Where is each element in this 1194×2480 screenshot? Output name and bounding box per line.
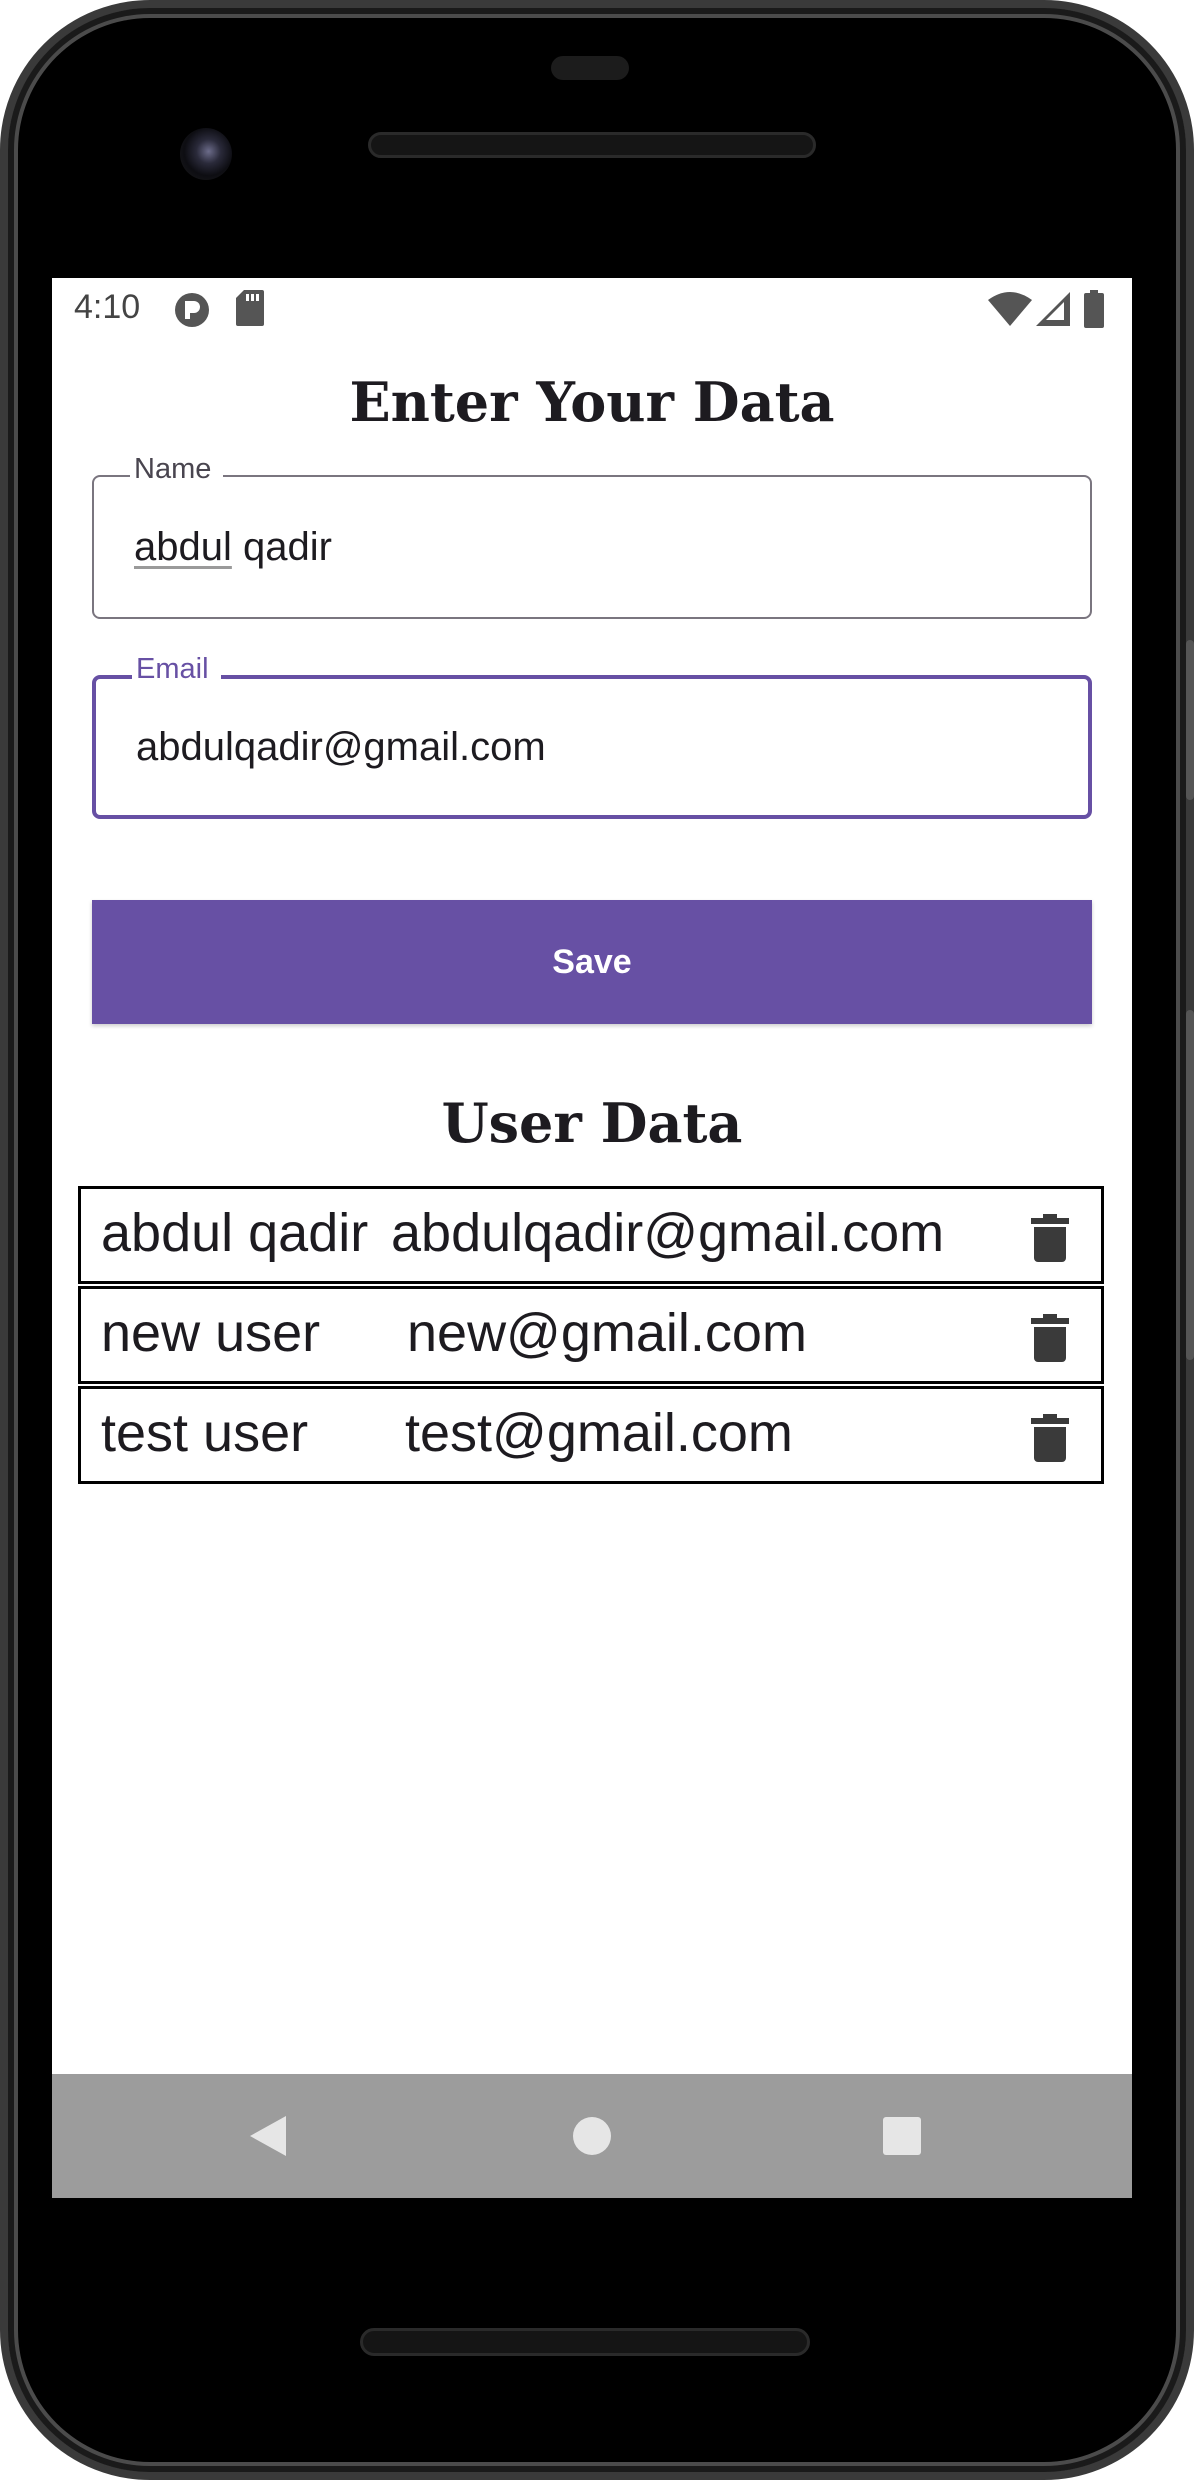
user-email: abdulqadir@gmail.com — [391, 1203, 945, 1263]
email-field-value[interactable]: abdulqadir@gmail.com — [136, 725, 546, 770]
user-list: abdul qadir abdulqadir@gmail.com new use… — [78, 1186, 1104, 1486]
user-data-title: User Data — [441, 1091, 743, 1155]
name-value-first-word: abdul — [134, 525, 232, 569]
home-button[interactable] — [560, 2104, 624, 2168]
delete-button[interactable] — [1025, 1309, 1075, 1367]
user-row: new user new@gmail.com — [78, 1286, 1104, 1384]
name-value-rest: qadir — [231, 525, 332, 569]
name-field-label: Name — [130, 453, 224, 486]
user-email: new@gmail.com — [407, 1303, 807, 1363]
trash-icon — [1031, 1414, 1069, 1462]
navigation-bar — [52, 2074, 1132, 2198]
trash-icon — [1031, 1314, 1069, 1362]
back-icon — [250, 2116, 286, 2156]
sensor — [551, 56, 629, 80]
status-bar: 4:10 — [52, 278, 1132, 344]
user-name: new user — [101, 1303, 321, 1363]
user-email: test@gmail.com — [405, 1403, 793, 1463]
status-time: 4:10 — [74, 288, 141, 326]
signal-icon — [1036, 292, 1070, 330]
user-name: test user — [101, 1403, 309, 1463]
wifi-icon — [988, 292, 1032, 330]
volume-button — [1186, 1010, 1194, 1360]
notification-p-icon — [174, 292, 210, 332]
email-field-label: Email — [132, 653, 221, 686]
email-field[interactable]: Email abdulqadir@gmail.com — [92, 653, 1092, 819]
trash-icon — [1031, 1214, 1069, 1262]
power-button — [1186, 640, 1194, 800]
battery-icon — [1084, 290, 1104, 332]
page-title: Enter Your Data — [349, 370, 835, 434]
home-icon — [573, 2117, 611, 2155]
sd-card-icon — [236, 290, 264, 330]
name-field[interactable]: Name abdul qadir — [92, 453, 1092, 619]
delete-button[interactable] — [1025, 1209, 1075, 1267]
save-button[interactable]: Save — [92, 900, 1092, 1024]
delete-button[interactable] — [1025, 1409, 1075, 1467]
bottom-speaker — [360, 2328, 810, 2356]
screen: 4:10 Enter Your Data Name abdul qadir Em… — [52, 278, 1132, 2198]
back-button[interactable] — [236, 2104, 300, 2168]
front-camera — [180, 128, 232, 180]
user-row: test user test@gmail.com — [78, 1386, 1104, 1484]
recents-button[interactable] — [870, 2104, 934, 2168]
device: 4:10 Enter Your Data Name abdul qadir Em… — [0, 0, 1194, 2480]
recents-icon — [883, 2117, 921, 2155]
user-name: abdul qadir — [101, 1203, 369, 1263]
earpiece-speaker — [368, 132, 816, 158]
name-field-value[interactable]: abdul qadir — [134, 525, 332, 570]
user-row: abdul qadir abdulqadir@gmail.com — [78, 1186, 1104, 1284]
